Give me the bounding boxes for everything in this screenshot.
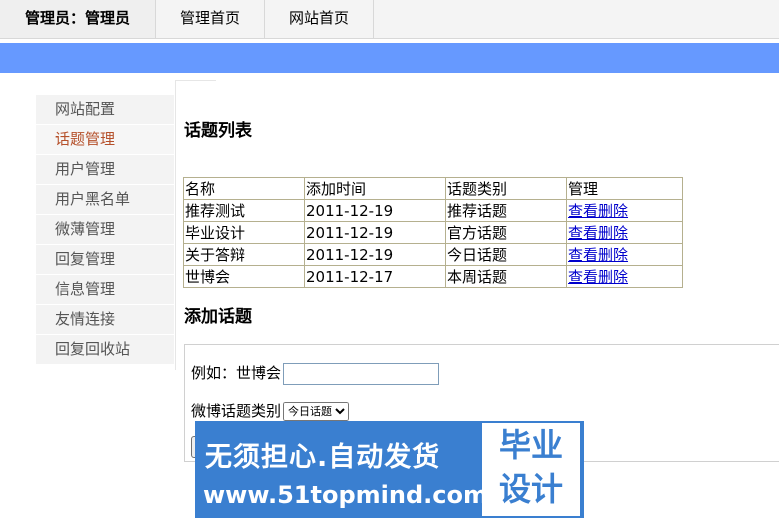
column-header-date: 添加时间 [304,177,446,200]
cell-category: 推荐话题 [445,199,567,222]
cell-manage: 查看删除 [566,199,683,222]
banner-slogan: 无须担心.自动发货 [205,442,441,473]
admin-user-label: 管理员：管理员 [0,0,156,38]
sidebar: 网站配置 话题管理 用户管理 用户黑名单 微薄管理 回复管理 信息管理 友情连接… [36,95,174,365]
banner-left: 无须担心.自动发货 www.51topmind.com [195,421,488,518]
topic-name-label: 例如：世博会 [191,364,282,382]
top-nav: 管理员：管理员 管理首页 网站首页 [0,0,779,39]
table-row: 关于答辩 2011-12-19 今日话题 查看删除 [183,243,683,266]
topic-name-row: 例如：世博会 [191,362,440,385]
cell-manage: 查看删除 [566,221,683,244]
view-delete-link[interactable]: 查看删除 [568,246,628,264]
add-topic-title: 添加话题 [184,307,252,327]
topic-category-label: 微博话题类别 [191,402,282,420]
banner-logo-top: 毕业 [498,426,563,464]
admin-home-tab[interactable]: 管理首页 [156,0,265,38]
table-header-row: 名称 添加时间 话题类别 管理 [183,177,683,200]
topic-category-select[interactable]: 今日话题 [283,402,350,421]
cell-date: 2011-12-19 [304,199,446,222]
cell-date: 2011-12-19 [304,243,446,266]
cell-name: 推荐测试 [183,199,305,222]
cell-name: 毕业设计 [183,221,305,244]
sidebar-item-topic-manage[interactable]: 话题管理 [36,125,174,155]
sidebar-item-weibo-manage[interactable]: 微薄管理 [36,215,174,245]
watermark-banner: 无须担心.自动发货 www.51topmind.com 毕业 设计 [195,421,584,518]
accent-bar [0,43,779,73]
topic-table: 名称 添加时间 话题类别 管理 推荐测试 2011-12-19 推荐话题 查看删… [183,177,683,288]
cell-date: 2011-12-17 [304,265,446,288]
cell-category: 本周话题 [445,265,567,288]
cell-manage: 查看删除 [566,265,683,288]
sidebar-item-user-manage[interactable]: 用户管理 [36,155,174,185]
banner-logo: 毕业 设计 [482,423,580,516]
sidebar-item-reply-recycle[interactable]: 回复回收站 [36,335,174,365]
topic-name-input[interactable] [283,362,440,385]
content-divider-top [176,80,216,81]
table-row: 毕业设计 2011-12-19 官方话题 查看删除 [183,221,683,244]
column-header-name: 名称 [183,177,305,200]
cell-date: 2011-12-19 [304,221,446,244]
cell-manage: 查看删除 [566,243,683,266]
column-header-manage: 管理 [566,177,683,200]
column-header-category: 话题类别 [445,177,567,200]
cell-category: 官方话题 [445,221,567,244]
sidebar-item-info-manage[interactable]: 信息管理 [36,275,174,305]
view-delete-link[interactable]: 查看删除 [568,202,628,220]
site-home-tab[interactable]: 网站首页 [265,0,374,38]
table-row: 世博会 2011-12-17 本周话题 查看删除 [183,265,683,288]
cell-category: 今日话题 [445,243,567,266]
sidebar-item-user-blacklist[interactable]: 用户黑名单 [36,185,174,215]
content-divider [175,80,176,370]
cell-name: 世博会 [183,265,305,288]
banner-logo-bottom: 设计 [498,470,563,508]
table-row: 推荐测试 2011-12-19 推荐话题 查看删除 [183,199,683,222]
view-delete-link[interactable]: 查看删除 [568,268,628,286]
topic-category-row: 微博话题类别 今日话题 [191,400,350,421]
view-delete-link[interactable]: 查看删除 [568,224,628,242]
banner-url: www.51topmind.com [203,481,488,509]
cell-name: 关于答辩 [183,243,305,266]
sidebar-item-site-config[interactable]: 网站配置 [36,95,174,125]
sidebar-item-friend-links[interactable]: 友情连接 [36,305,174,335]
sidebar-item-reply-manage[interactable]: 回复管理 [36,245,174,275]
topic-list-title: 话题列表 [184,121,252,141]
